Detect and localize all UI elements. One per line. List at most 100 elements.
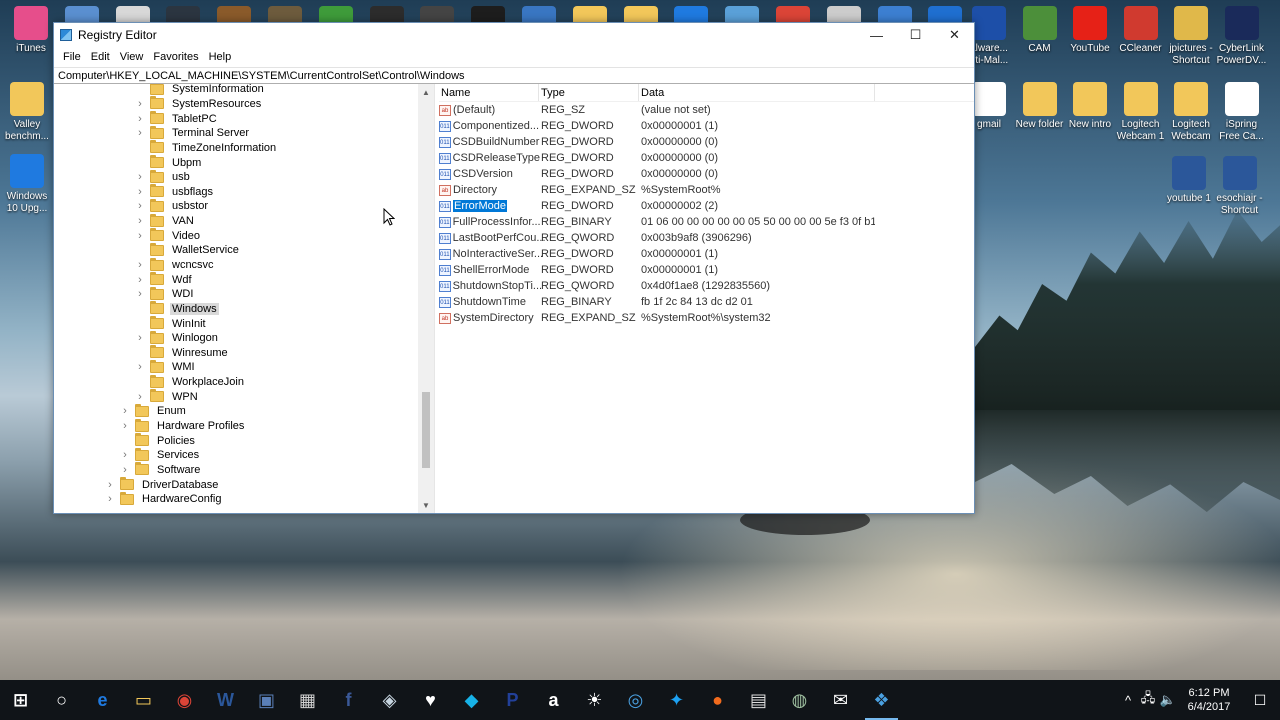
- value-row[interactable]: 011 LastBootPerfCou... REG_QWORD 0x003b9af8…: [439, 230, 974, 246]
- tree-node[interactable]: › Services: [54, 447, 420, 463]
- value-row[interactable]: ab Directory REG_EXPAND_SZ %SystemRoot%: [439, 182, 974, 198]
- menu-file[interactable]: File: [58, 51, 86, 63]
- taskbar-steam-button[interactable]: ◈: [369, 680, 410, 720]
- tree-node[interactable]: SystemInformation: [54, 84, 420, 97]
- tree-node[interactable]: › TabletPC: [54, 111, 420, 126]
- maximize-button[interactable]: ☐: [896, 23, 935, 47]
- tree-node[interactable]: › Software: [54, 462, 420, 478]
- taskbar-registry-editor-button[interactable]: ❖: [861, 680, 902, 720]
- tree-node[interactable]: Policies: [54, 433, 420, 448]
- chevron-right-icon[interactable]: ›: [105, 493, 115, 505]
- menu-favorites[interactable]: Favorites: [148, 51, 203, 63]
- chevron-right-icon[interactable]: ›: [135, 361, 145, 373]
- taskbar-word-button[interactable]: W: [205, 680, 246, 720]
- taskbar-weather-button[interactable]: ☀: [574, 680, 615, 720]
- tree-node[interactable]: Ubpm: [54, 155, 420, 170]
- clock[interactable]: 6:12 PM 6/4/2017: [1178, 686, 1240, 714]
- taskbar-app19-button[interactable]: ▤: [738, 680, 779, 720]
- value-row[interactable]: 011 ShutdownStopTi... REG_QWORD 0x4d0f1ae8 …: [439, 278, 974, 294]
- chevron-right-icon[interactable]: ›: [135, 259, 145, 271]
- taskbar-amazon-button[interactable]: a: [533, 680, 574, 720]
- chevron-right-icon[interactable]: ›: [135, 113, 145, 125]
- value-row[interactable]: 011 NoInteractiveSer... REG_DWORD 0x0000000…: [439, 246, 974, 262]
- desktop-shortcut[interactable]: CyberLink PowerDV...: [1215, 6, 1269, 67]
- tree-node[interactable]: › WMI: [54, 359, 420, 375]
- desktop-shortcut[interactable]: CAM: [1013, 6, 1067, 55]
- taskbar-kodi-button[interactable]: ◆: [451, 680, 492, 720]
- value-row[interactable]: 011 ShellErrorMode REG_DWORD 0x00000001 (1): [439, 262, 974, 278]
- chevron-right-icon[interactable]: ›: [135, 391, 145, 403]
- tree-node[interactable]: › Wdf: [54, 272, 420, 287]
- tree-node[interactable]: Windows: [54, 301, 420, 317]
- scroll-up-icon[interactable]: ▲: [418, 84, 434, 100]
- chevron-right-icon[interactable]: ›: [135, 186, 145, 198]
- taskbar-cortana-button[interactable]: ○: [41, 680, 82, 720]
- taskbar-app20-button[interactable]: ◍: [779, 680, 820, 720]
- desktop-shortcut[interactable]: Windows 10 Upg...: [0, 154, 54, 215]
- address-bar[interactable]: Computer\HKEY_LOCAL_MACHINE\SYSTEM\Curre…: [54, 67, 974, 84]
- column-data[interactable]: Data: [639, 84, 875, 101]
- tree-node[interactable]: › Hardware Profiles: [54, 418, 420, 434]
- desktop-shortcut[interactable]: iTunes: [4, 6, 58, 55]
- tree-node[interactable]: › Video: [54, 228, 420, 243]
- value-row[interactable]: 011 Componentized... REG_DWORD 0x00000001 (…: [439, 118, 974, 134]
- chevron-right-icon[interactable]: ›: [135, 200, 145, 212]
- chevron-right-icon[interactable]: ›: [120, 464, 130, 476]
- column-name[interactable]: Name: [439, 84, 539, 101]
- tree-node[interactable]: › WPN: [54, 389, 420, 404]
- chevron-right-icon[interactable]: ›: [120, 405, 130, 417]
- value-row[interactable]: 011 ShutdownTime REG_BINARY fb 1f 2c 84 13 …: [439, 294, 974, 310]
- tray-chevron-icon[interactable]: ^: [1118, 693, 1138, 708]
- tree-node[interactable]: › VAN: [54, 213, 420, 229]
- desktop-shortcut[interactable]: esochiajr - Shortcut: [1213, 156, 1267, 217]
- taskbar-file-explorer-button[interactable]: ▭: [123, 680, 164, 720]
- desktop-shortcut[interactable]: Valley benchm...: [0, 82, 54, 143]
- tree-node[interactable]: WalletService: [54, 242, 420, 258]
- taskbar-mail-button[interactable]: ✉: [820, 680, 861, 720]
- taskbar-app9-button[interactable]: f: [328, 680, 369, 720]
- desktop-shortcut[interactable]: youtube 1: [1162, 156, 1216, 205]
- tree-node[interactable]: › Terminal Server: [54, 125, 420, 141]
- network-icon[interactable]: 🖧: [1138, 689, 1158, 711]
- desktop-shortcut[interactable]: iSpring Free Ca...: [1215, 82, 1269, 143]
- chevron-right-icon[interactable]: ›: [120, 420, 130, 432]
- value-row[interactable]: 011 CSDVersion REG_DWORD 0x00000000 (0): [439, 166, 974, 182]
- taskbar-chrome-button[interactable]: ◉: [164, 680, 205, 720]
- tree-node[interactable]: › Enum: [54, 403, 420, 419]
- tree-node[interactable]: WorkplaceJoin: [54, 374, 420, 390]
- desktop-shortcut[interactable]: Logitech Webcam 1: [1114, 82, 1168, 143]
- chevron-right-icon[interactable]: ›: [105, 479, 115, 491]
- tree-node[interactable]: › usbstor: [54, 198, 420, 214]
- scroll-thumb[interactable]: [422, 392, 430, 468]
- tree-scrollbar[interactable]: ▲ ▼: [418, 84, 434, 513]
- desktop-shortcut[interactable]: YouTube: [1063, 6, 1117, 55]
- chevron-right-icon[interactable]: ›: [135, 98, 145, 110]
- chevron-right-icon[interactable]: ›: [135, 171, 145, 183]
- taskbar-start-button[interactable]: ⊞: [0, 680, 41, 720]
- taskbar-app16-button[interactable]: ◎: [615, 680, 656, 720]
- tree-node[interactable]: › HardwareConfig: [54, 491, 420, 507]
- chevron-right-icon[interactable]: ›: [135, 127, 145, 139]
- notifications-icon[interactable]: ☐: [1240, 692, 1280, 709]
- menu-help[interactable]: Help: [204, 51, 237, 63]
- value-row[interactable]: 011 CSDReleaseType REG_DWORD 0x00000000 (0): [439, 150, 974, 166]
- value-row[interactable]: ab SystemDirectory REG_EXPAND_SZ %SystemRoo…: [439, 310, 974, 326]
- desktop-shortcut[interactable]: CCleaner: [1114, 6, 1168, 55]
- chevron-right-icon[interactable]: ›: [135, 215, 145, 227]
- taskbar-twitter-button[interactable]: ✦: [656, 680, 697, 720]
- taskbar-calculator-button[interactable]: ▦: [287, 680, 328, 720]
- value-row[interactable]: ab (Default) REG_SZ (value not set): [439, 102, 974, 118]
- tree-node[interactable]: WinInit: [54, 316, 420, 331]
- chevron-right-icon[interactable]: ›: [135, 274, 145, 286]
- tree-node[interactable]: › wcncsvc: [54, 257, 420, 273]
- menu-view[interactable]: View: [115, 51, 149, 63]
- tree-node[interactable]: › usb: [54, 169, 420, 185]
- taskbar-app18-button[interactable]: ●: [697, 680, 738, 720]
- column-type[interactable]: Type: [539, 84, 639, 101]
- menu-edit[interactable]: Edit: [86, 51, 115, 63]
- value-row[interactable]: 011 CSDBuildNumber REG_DWORD 0x00000000 (0): [439, 134, 974, 150]
- desktop-shortcut[interactable]: New intro: [1063, 82, 1117, 131]
- close-button[interactable]: ✕: [935, 23, 974, 47]
- taskbar-pandora-button[interactable]: P: [492, 680, 533, 720]
- taskbar-iheart-button[interactable]: ♥: [410, 680, 451, 720]
